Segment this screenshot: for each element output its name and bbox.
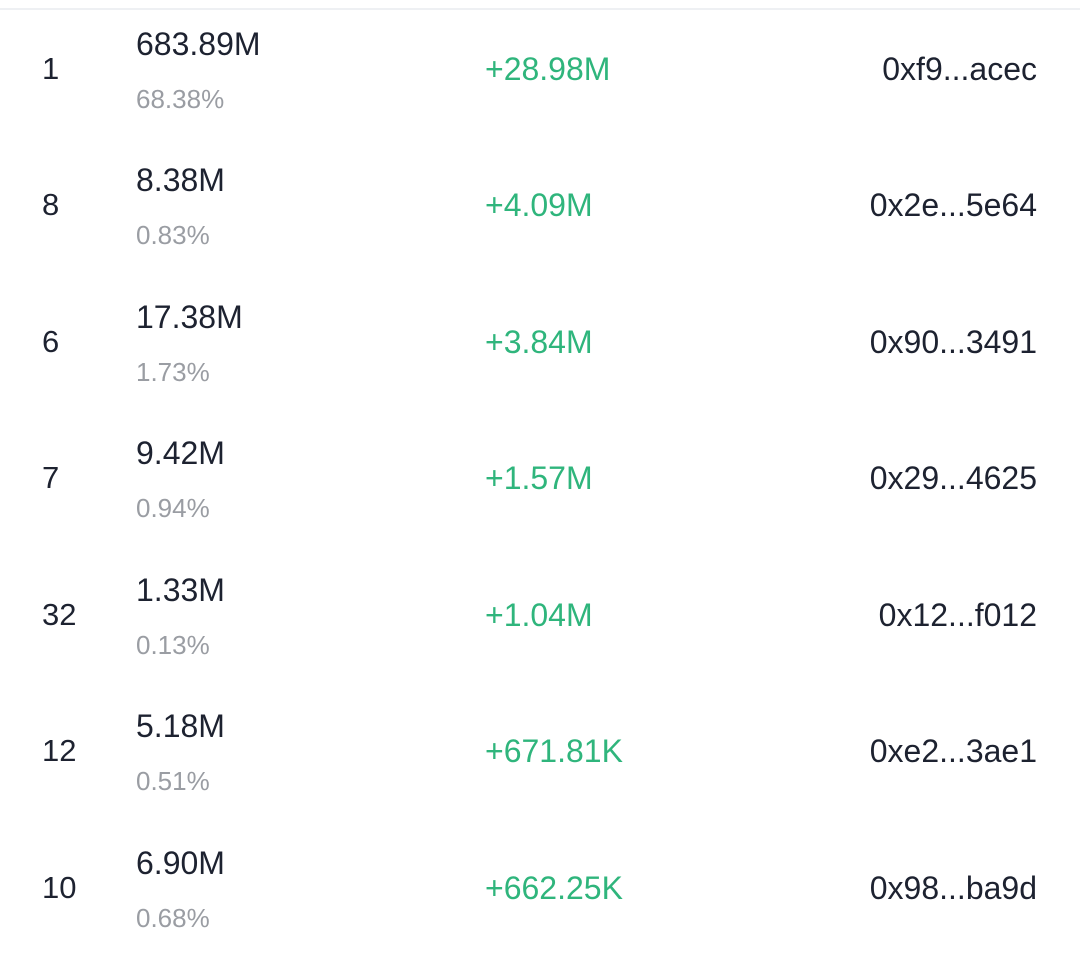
- holder-address-link[interactable]: 0x90...3491: [870, 274, 1037, 410]
- holder-balance-change: +28.98M: [485, 51, 611, 87]
- holder-balance: 8.38M: [136, 162, 225, 198]
- holder-rank: 10: [42, 870, 77, 905]
- holder-balance: 17.38M: [136, 299, 243, 335]
- holder-share-percent: 0.83%: [136, 220, 210, 250]
- holder-address-link[interactable]: 0x12...f012: [879, 547, 1037, 683]
- holder-row[interactable]: 1 683.89M 68.38% +28.98M 0xf9...acec: [0, 1, 1080, 137]
- holder-balance-change: +671.81K: [485, 733, 623, 769]
- holder-share-percent: 0.51%: [136, 766, 210, 796]
- holder-balance: 9.42M: [136, 435, 225, 471]
- holder-balance: 683.89M: [136, 26, 261, 62]
- holder-row[interactable]: 7 9.42M 0.94% +1.57M 0x29...4625: [0, 410, 1080, 546]
- holder-balance-change: +3.84M: [485, 324, 593, 360]
- holder-row[interactable]: 32 1.33M 0.13% +1.04M 0x12...f012: [0, 547, 1080, 683]
- holder-rank: 6: [42, 324, 60, 359]
- holder-address-link[interactable]: 0xf9...acec: [882, 1, 1037, 137]
- holder-rank: 7: [42, 460, 60, 495]
- holder-rank: 32: [42, 597, 77, 632]
- holder-row[interactable]: 6 17.38M 1.73% +3.84M 0x90...3491: [0, 274, 1080, 410]
- holder-address-link[interactable]: 0x29...4625: [870, 410, 1037, 546]
- holder-address-link[interactable]: 0x98...ba9d: [870, 820, 1037, 956]
- holder-share-percent: 0.13%: [136, 630, 210, 660]
- holder-rank: 1: [42, 51, 60, 86]
- holder-balance-change: +1.57M: [485, 460, 593, 496]
- holder-share-percent: 0.68%: [136, 903, 210, 933]
- holder-balance-change: +1.04M: [485, 597, 593, 633]
- holder-balance: 1.33M: [136, 572, 225, 608]
- holder-share-percent: 0.94%: [136, 493, 210, 523]
- holder-rank: 12: [42, 733, 77, 768]
- holder-balance-change: +662.25K: [485, 870, 623, 906]
- holder-list: 1 683.89M 68.38% +28.98M 0xf9...acec 8 8…: [0, 0, 1080, 949]
- holder-row[interactable]: 12 5.18M 0.51% +671.81K 0xe2...3ae1: [0, 683, 1080, 819]
- holder-share-percent: 68.38%: [136, 84, 225, 114]
- holder-balance-change: +4.09M: [485, 187, 593, 223]
- holder-row[interactable]: 8 8.38M 0.83% +4.09M 0x2e...5e64: [0, 137, 1080, 273]
- holder-share-percent: 1.73%: [136, 357, 210, 387]
- holder-balance: 6.90M: [136, 845, 225, 881]
- holder-address-link[interactable]: 0xe2...3ae1: [870, 683, 1037, 819]
- holder-address-link[interactable]: 0x2e...5e64: [870, 137, 1037, 273]
- holder-row[interactable]: 10 6.90M 0.68% +662.25K 0x98...ba9d: [0, 820, 1080, 956]
- holder-rank: 8: [42, 187, 60, 222]
- holder-balance: 5.18M: [136, 708, 225, 744]
